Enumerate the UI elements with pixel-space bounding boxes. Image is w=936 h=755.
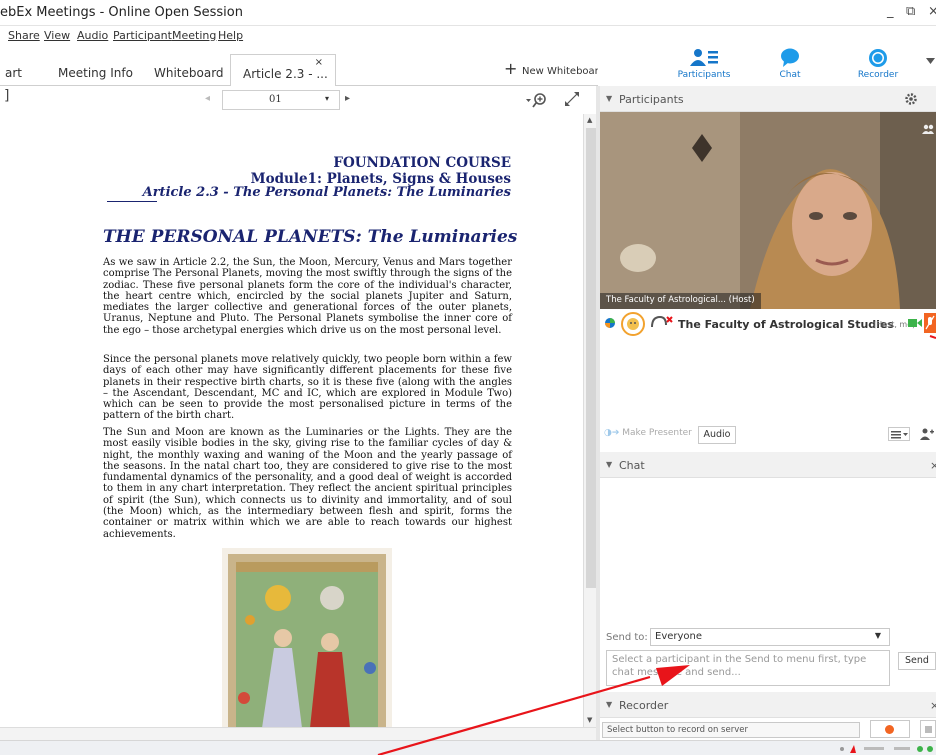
list-view-icon[interactable] — [888, 427, 910, 441]
paragraph-3: The Sun and Moon are known as the Lumina… — [103, 427, 512, 540]
host-icon — [621, 312, 645, 336]
collapse-icon: ▼ — [606, 94, 613, 103]
participants-button[interactable]: Participants — [664, 26, 744, 86]
chat-button[interactable]: Chat — [750, 26, 830, 86]
gear-icon[interactable] — [904, 92, 918, 106]
add-participant-icon[interactable] — [920, 428, 934, 440]
panel-buttons: Participants Chat Recorder — [598, 26, 936, 86]
send-to-select[interactable]: Everyone ▼ — [650, 628, 890, 646]
previous-page-button[interactable]: ◂ — [205, 93, 210, 104]
scroll-up-icon[interactable]: ▲ — [587, 116, 592, 124]
video-feed: The Faculty of Astrological... (Host) — [600, 112, 936, 309]
tab-article-label: Article 2.3 - ... — [243, 67, 328, 81]
zoom-icon[interactable] — [526, 91, 550, 109]
send-to-label: Send to: — [606, 632, 648, 643]
participant-row[interactable]: The Faculty of Astrological Studies (Hos… — [600, 310, 936, 336]
tab-meeting-info[interactable]: Meeting Info — [58, 66, 133, 80]
page-selector[interactable]: 01 ▾ — [222, 90, 340, 110]
connection-status-icon — [840, 745, 933, 753]
side-panels: ▼ Participants The Faculty of Astrologic… — [600, 86, 936, 740]
chat-close-icon[interactable]: × — [930, 459, 936, 472]
document-toolbar: ] ◂ 01 ▾ ▸ — [0, 86, 598, 114]
record-button[interactable] — [870, 720, 910, 738]
document-bracket-icon: ] — [4, 88, 10, 104]
participant-name: The Faculty of Astrological Studies — [678, 318, 894, 331]
chat-panel-title: Chat — [619, 459, 645, 472]
more-icon[interactable] — [926, 58, 935, 65]
microphone-muted-icon[interactable] — [924, 313, 936, 333]
title-bar: ebEx Meetings - Online Open Session _ ⧉ … — [0, 0, 936, 26]
record-icon — [869, 49, 887, 67]
presenter-ball-icon — [605, 318, 615, 328]
next-page-button[interactable]: ▸ — [345, 93, 350, 104]
plus-icon: + — [504, 59, 518, 78]
chevron-down-icon: ▼ — [874, 631, 881, 640]
menu-help[interactable]: Help — [218, 29, 243, 42]
make-presenter-button[interactable]: ◑➔ Make Presenter — [604, 428, 692, 438]
document-viewer[interactable]: FOUNDATION COURSE Module1: Planets, Sign… — [0, 114, 583, 727]
stop-icon — [925, 726, 932, 733]
menu-participant[interactable]: Participant — [113, 29, 172, 42]
recorder-panel-header[interactable]: ▼ Recorder × — [600, 692, 936, 718]
paragraph-1: As we saw in Article 2.2, the Sun, the M… — [103, 257, 513, 336]
chat-message-input[interactable]: Select a participant in the Send to menu… — [606, 650, 890, 686]
close-button[interactable]: × — [928, 4, 936, 19]
content-tab-bar: art Meeting Info Whiteboard Article 2.3 … — [0, 48, 605, 87]
send-button[interactable]: Send — [898, 652, 936, 670]
menu-view[interactable]: View — [44, 29, 70, 42]
page-number: 01 — [269, 94, 282, 105]
status-bar — [0, 740, 936, 755]
headset-muted-icon[interactable] — [650, 315, 674, 331]
audio-button[interactable]: Audio — [698, 426, 736, 444]
participants-panel-title: Participants — [619, 93, 684, 106]
recorder-panel-title: Recorder — [619, 699, 669, 712]
restore-button[interactable]: ⧉ — [906, 4, 915, 19]
heading-rule — [107, 201, 157, 202]
paragraph-2: Since the personal planets move relative… — [103, 354, 512, 422]
collapse-icon: ▼ — [606, 460, 613, 469]
scroll-thumb[interactable] — [586, 128, 596, 588]
video-participants-icon[interactable] — [922, 124, 934, 134]
chat-icon — [781, 48, 799, 67]
recorder-button[interactable]: Recorder — [838, 26, 918, 86]
fullscreen-icon[interactable] — [564, 91, 580, 107]
menu-share[interactable]: Share — [8, 29, 40, 42]
stop-button[interactable] — [920, 720, 936, 738]
send-to-value: Everyone — [655, 631, 703, 642]
document-horizontal-scrollbar[interactable] — [0, 727, 598, 740]
tab-close-icon[interactable]: × — [315, 57, 323, 68]
chat-panel-header[interactable]: ▼ Chat × — [600, 452, 936, 478]
make-presenter-label: Make Presenter — [622, 428, 692, 438]
article-subheading: Article 2.3 - The Personal Planets: The … — [142, 185, 511, 200]
chevron-down-icon: ▾ — [324, 94, 329, 103]
record-dot-icon — [885, 725, 894, 734]
recorder-status: Select button to record on server — [602, 722, 860, 738]
collapse-icon: ▼ — [606, 700, 613, 709]
sun-moon-illustration — [222, 548, 392, 727]
menu-audio[interactable]: Audio — [77, 29, 108, 42]
course-heading: FOUNDATION COURSE — [333, 155, 511, 171]
minimize-button[interactable]: _ — [887, 4, 894, 19]
article-title: THE PERSONAL PLANETS: The Luminaries — [103, 227, 518, 247]
chat-button-label: Chat — [779, 70, 801, 80]
new-whiteboard-label: New Whiteboard — [522, 66, 605, 77]
scroll-down-icon[interactable]: ▼ — [587, 716, 592, 724]
participants-panel-header[interactable]: ▼ Participants — [600, 86, 936, 112]
tab-whiteboard[interactable]: Whiteboard — [154, 66, 224, 80]
video-label: The Faculty of Astrological... (Host) — [600, 293, 761, 309]
participant-video — [600, 112, 936, 309]
participants-icon — [690, 49, 718, 66]
tab-quick-start[interactable]: art — [5, 66, 22, 80]
video-camera-icon[interactable] — [908, 318, 922, 328]
window-title: ebEx Meetings - Online Open Session — [0, 5, 243, 20]
make-presenter-icon: ◑➔ — [604, 428, 620, 438]
recorder-close-icon[interactable]: × — [930, 699, 936, 712]
menu-meeting[interactable]: Meeting — [172, 29, 216, 42]
participants-button-label: Participants — [677, 70, 731, 80]
tab-article[interactable]: Article 2.3 - ... × — [230, 54, 336, 87]
recorder-button-label: Recorder — [857, 70, 899, 80]
